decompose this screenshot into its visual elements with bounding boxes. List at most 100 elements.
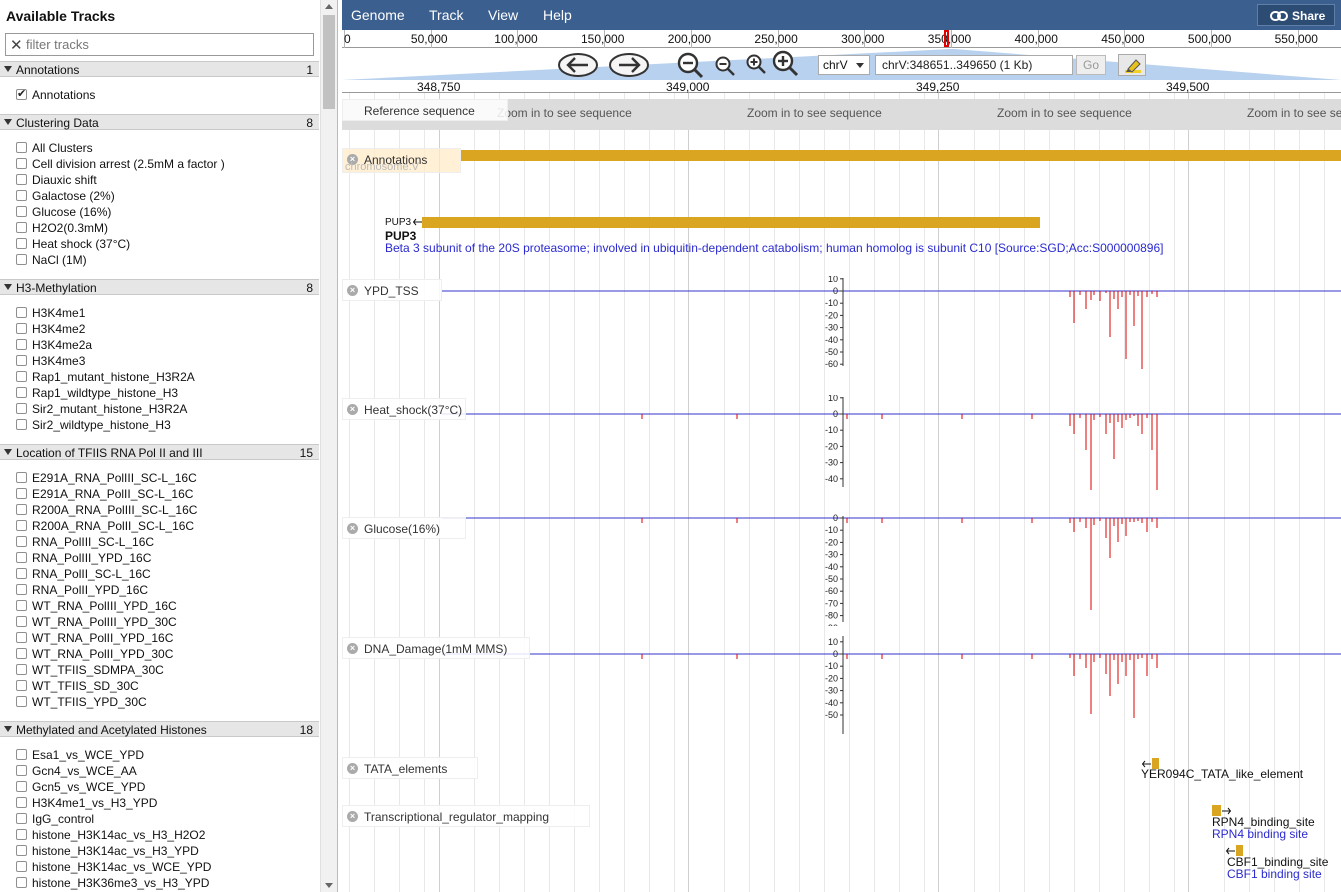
- close-track-icon[interactable]: ×: [347, 523, 358, 534]
- overview-location-marker[interactable]: [944, 30, 949, 47]
- category-header[interactable]: Clustering Data 8: [0, 114, 319, 130]
- track-checkbox[interactable]: [16, 355, 27, 366]
- track-checkbox[interactable]: [16, 254, 27, 265]
- track-checkbox[interactable]: [16, 584, 27, 595]
- track-checkbox[interactable]: [16, 616, 27, 627]
- zoom-in-big-icon[interactable]: [770, 50, 802, 80]
- gridline: [938, 93, 939, 892]
- category-header[interactable]: H3-Methylation 8: [0, 279, 319, 295]
- track-checkbox[interactable]: [16, 387, 27, 398]
- track-checkbox[interactable]: [16, 680, 27, 691]
- close-track-icon[interactable]: ×: [347, 285, 358, 296]
- track-label-wiggle[interactable]: × Heat_shock(37°C): [342, 398, 466, 420]
- track-checkbox[interactable]: [16, 552, 27, 563]
- pup3-gene-feature[interactable]: [422, 217, 1040, 228]
- pan-left-button[interactable]: [558, 52, 598, 78]
- track-checkbox[interactable]: [16, 206, 27, 217]
- track-item-label: Rap1_mutant_histone_H3R2A: [32, 370, 195, 384]
- y-axis-tick-label: -50: [825, 710, 838, 720]
- track-checkbox[interactable]: [16, 323, 27, 334]
- zoom-out-big-icon[interactable]: [675, 52, 705, 80]
- track-checkbox[interactable]: [16, 371, 27, 382]
- track-label-reference-sequence[interactable]: Reference sequence: [342, 99, 508, 121]
- gridline: [688, 93, 689, 892]
- track-checkbox[interactable]: [16, 339, 27, 350]
- scroll-down-arrow-icon[interactable]: [325, 883, 333, 888]
- track-checkbox[interactable]: [16, 307, 27, 318]
- track-checkbox[interactable]: [16, 520, 27, 531]
- track-checkbox[interactable]: [16, 845, 27, 856]
- track-checkbox[interactable]: [16, 536, 27, 547]
- track-label-wiggle[interactable]: × DNA_Damage(1mM MMS): [342, 637, 530, 659]
- menu-track[interactable]: Track: [429, 7, 463, 23]
- sidebar-scrollbar[interactable]: [320, 0, 337, 892]
- track-checkbox[interactable]: [16, 749, 27, 760]
- location-input[interactable]: [875, 55, 1073, 75]
- collapse-triangle-icon[interactable]: [4, 66, 12, 72]
- track-label-transcriptional-regulator[interactable]: × Transcriptional_regulator_mapping: [342, 805, 590, 827]
- menu-view[interactable]: View: [488, 7, 518, 23]
- highlight-button[interactable]: [1118, 54, 1146, 76]
- track-label-annotations[interactable]: × Annotations chromosome:V: [342, 148, 461, 173]
- zoom-in-small-icon[interactable]: [744, 54, 768, 76]
- category-header[interactable]: Methylated and Acetylated Histones 18: [0, 721, 319, 737]
- track-checkbox[interactable]: [16, 158, 27, 169]
- track-checkbox[interactable]: [16, 222, 27, 233]
- wiggle-track-plot[interactable]: 10 0 -10 -20 -30 -40 -50: [342, 395, 1341, 491]
- collapse-triangle-icon[interactable]: [4, 726, 12, 732]
- track-checkbox[interactable]: [16, 142, 27, 153]
- wiggle-track-plot[interactable]: 0 -10 -20 -30 -40 -50 -60 -70 -80 -90: [342, 514, 1341, 626]
- scrollbar-thumb[interactable]: [323, 15, 335, 109]
- close-track-icon[interactable]: ×: [347, 643, 358, 654]
- track-checkbox[interactable]: [16, 813, 27, 824]
- track-checkbox[interactable]: [16, 861, 27, 872]
- go-button[interactable]: Go: [1076, 55, 1106, 75]
- track-checkbox[interactable]: [16, 781, 27, 792]
- track-checkbox[interactable]: [16, 419, 27, 430]
- track-checkbox[interactable]: [16, 87, 27, 100]
- collapse-triangle-icon[interactable]: [4, 284, 12, 290]
- close-track-icon[interactable]: ×: [347, 811, 358, 822]
- track-checkbox[interactable]: [16, 504, 27, 515]
- track-checkbox[interactable]: [16, 696, 27, 707]
- zoom-out-small-icon[interactable]: [713, 56, 737, 78]
- pan-right-button[interactable]: [609, 52, 649, 78]
- track-checkbox[interactable]: [16, 568, 27, 579]
- track-label-wiggle[interactable]: × Glucose(16%): [342, 517, 466, 539]
- track-area[interactable]: Zoom in to see sequence Zoom in to see se…: [342, 93, 1341, 892]
- close-track-icon[interactable]: ×: [347, 404, 358, 415]
- track-checkbox[interactable]: [16, 648, 27, 659]
- menu-genome[interactable]: Genome: [351, 7, 405, 23]
- track-checkbox[interactable]: [16, 829, 27, 840]
- track-item-label: Galactose (2%): [32, 189, 115, 203]
- clear-filter-icon[interactable]: ✕: [10, 36, 23, 54]
- track-checkbox[interactable]: [16, 488, 27, 499]
- track-checkbox[interactable]: [16, 797, 27, 808]
- chromosome-feature[interactable]: [460, 150, 1341, 161]
- overview-scale[interactable]: 0 50,000 100,000 150,000 200,000 250,000 300,0…: [342, 30, 1341, 48]
- track-checkbox[interactable]: [16, 174, 27, 185]
- track-checkbox[interactable]: [16, 403, 27, 414]
- menu-help[interactable]: Help: [543, 7, 572, 23]
- track-checkbox[interactable]: [16, 600, 27, 611]
- track-checkbox[interactable]: [16, 664, 27, 675]
- collapse-triangle-icon[interactable]: [4, 449, 12, 455]
- track-checkbox[interactable]: [16, 632, 27, 643]
- category-label: Clustering Data: [16, 116, 99, 130]
- track-checkbox[interactable]: [16, 765, 27, 776]
- track-checkbox[interactable]: [16, 877, 27, 888]
- wiggle-track-plot[interactable]: 100-10-20-30-40-50-60-70: [342, 276, 1341, 370]
- collapse-triangle-icon[interactable]: [4, 119, 12, 125]
- share-button[interactable]: Share: [1257, 4, 1335, 26]
- filter-tracks-input[interactable]: [26, 36, 306, 53]
- category-header[interactable]: Location of TFIIS RNA Pol II and III 15: [0, 444, 319, 460]
- track-checkbox[interactable]: [16, 238, 27, 249]
- ref-seq-select[interactable]: chrV: [818, 55, 870, 75]
- track-checkbox[interactable]: [16, 190, 27, 201]
- track-label-wiggle[interactable]: × YPD_TSS: [342, 279, 442, 301]
- track-checkbox[interactable]: [16, 472, 27, 483]
- category-header[interactable]: Annotations 1: [0, 61, 319, 77]
- scroll-up-arrow-icon[interactable]: [325, 4, 333, 9]
- close-track-icon[interactable]: ×: [347, 763, 358, 774]
- track-label-tata-elements[interactable]: × TATA_elements: [342, 757, 478, 779]
